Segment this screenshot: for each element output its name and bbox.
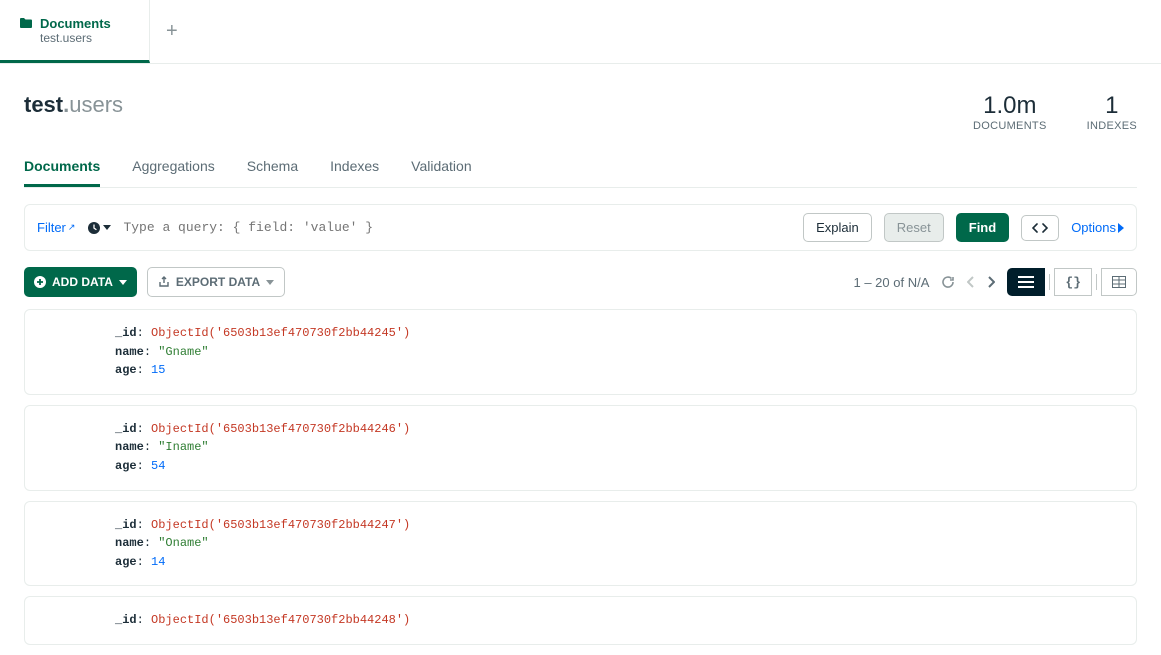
document-card[interactable]: _id: ObjectId('6503b13ef470730f2bb44248'… bbox=[24, 596, 1137, 645]
subtab-documents[interactable]: Documents bbox=[24, 148, 100, 187]
subtab-schema[interactable]: Schema bbox=[247, 148, 298, 187]
namespace-db: test bbox=[24, 92, 63, 117]
view-table-button[interactable] bbox=[1101, 268, 1137, 296]
find-button[interactable]: Find bbox=[956, 213, 1009, 242]
chevron-down-icon bbox=[103, 225, 111, 230]
stat-indexes-label: INDEXES bbox=[1087, 120, 1137, 132]
code-icon bbox=[1032, 222, 1048, 234]
document-card[interactable]: _id: ObjectId('6503b13ef470730f2bb44246'… bbox=[24, 405, 1137, 491]
namespace-collection: users bbox=[69, 92, 123, 117]
namespace-title: test.users bbox=[24, 92, 123, 118]
table-icon bbox=[1112, 276, 1126, 288]
next-page-button[interactable] bbox=[987, 276, 995, 288]
options-label: Options bbox=[1071, 220, 1116, 235]
subtab-aggregations[interactable]: Aggregations bbox=[132, 148, 215, 187]
view-list-button[interactable] bbox=[1007, 268, 1045, 296]
list-icon bbox=[1018, 276, 1034, 288]
plus-circle-icon bbox=[34, 276, 46, 288]
tab-title-text: Documents bbox=[40, 16, 111, 31]
subtabs: Documents Aggregations Schema Indexes Va… bbox=[24, 148, 1137, 188]
code-toggle-button[interactable] bbox=[1021, 215, 1059, 241]
subtab-validation[interactable]: Validation bbox=[411, 148, 471, 187]
plus-icon: + bbox=[166, 20, 178, 43]
documents-list: _id: ObjectId('6503b13ef470730f2bb44245'… bbox=[24, 309, 1137, 645]
prev-page-button[interactable] bbox=[967, 276, 975, 288]
clock-icon bbox=[87, 221, 101, 235]
add-data-button[interactable]: ADD DATA bbox=[24, 267, 137, 297]
pagination-text: 1 – 20 of N/A bbox=[854, 275, 930, 290]
stats: 1.0m DOCUMENTS 1 INDEXES bbox=[973, 92, 1137, 132]
chevron-right-icon bbox=[1118, 223, 1124, 233]
tab-add-button[interactable]: + bbox=[150, 0, 194, 63]
toolbar: ADD DATA EXPORT DATA 1 – 20 of N/A bbox=[24, 267, 1137, 297]
tab-documents[interactable]: Documents test.users bbox=[0, 0, 150, 63]
view-mode-toggle: {} bbox=[1007, 268, 1137, 296]
document-card[interactable]: _id: ObjectId('6503b13ef470730f2bb44245'… bbox=[24, 309, 1137, 395]
view-json-button[interactable]: {} bbox=[1054, 268, 1092, 296]
document-card[interactable]: _id: ObjectId('6503b13ef470730f2bb44247'… bbox=[24, 501, 1137, 587]
tab-bar: Documents test.users + bbox=[0, 0, 1161, 64]
tab-subtitle: test.users bbox=[40, 31, 129, 45]
external-link-icon: ↗ bbox=[68, 222, 76, 233]
folder-icon bbox=[20, 18, 32, 28]
divider bbox=[1096, 274, 1097, 290]
stat-indexes: 1 INDEXES bbox=[1087, 92, 1137, 132]
query-input[interactable] bbox=[123, 220, 791, 235]
options-link[interactable]: Options bbox=[1071, 220, 1124, 235]
query-history-button[interactable] bbox=[87, 221, 111, 235]
filter-link[interactable]: Filter↗ bbox=[37, 220, 75, 235]
stat-documents-label: DOCUMENTS bbox=[973, 120, 1047, 132]
explain-button[interactable]: Explain bbox=[803, 213, 872, 242]
export-label: EXPORT DATA bbox=[176, 275, 260, 289]
add-data-label: ADD DATA bbox=[52, 275, 113, 289]
divider bbox=[1049, 274, 1050, 290]
header: test.users 1.0m DOCUMENTS 1 INDEXES bbox=[24, 64, 1137, 148]
stat-documents: 1.0m DOCUMENTS bbox=[973, 92, 1047, 132]
stat-indexes-value: 1 bbox=[1087, 92, 1137, 120]
reset-button[interactable]: Reset bbox=[884, 213, 944, 242]
subtab-indexes[interactable]: Indexes bbox=[330, 148, 379, 187]
braces-icon: {} bbox=[1065, 275, 1081, 290]
query-bar: Filter↗ Explain Reset Find Options bbox=[24, 204, 1137, 251]
refresh-button[interactable] bbox=[941, 275, 955, 289]
stat-documents-value: 1.0m bbox=[973, 92, 1047, 120]
export-data-button[interactable]: EXPORT DATA bbox=[147, 267, 285, 297]
chevron-down-icon bbox=[266, 280, 274, 285]
export-icon bbox=[158, 276, 170, 288]
filter-label: Filter bbox=[37, 220, 66, 235]
chevron-down-icon bbox=[119, 280, 127, 285]
